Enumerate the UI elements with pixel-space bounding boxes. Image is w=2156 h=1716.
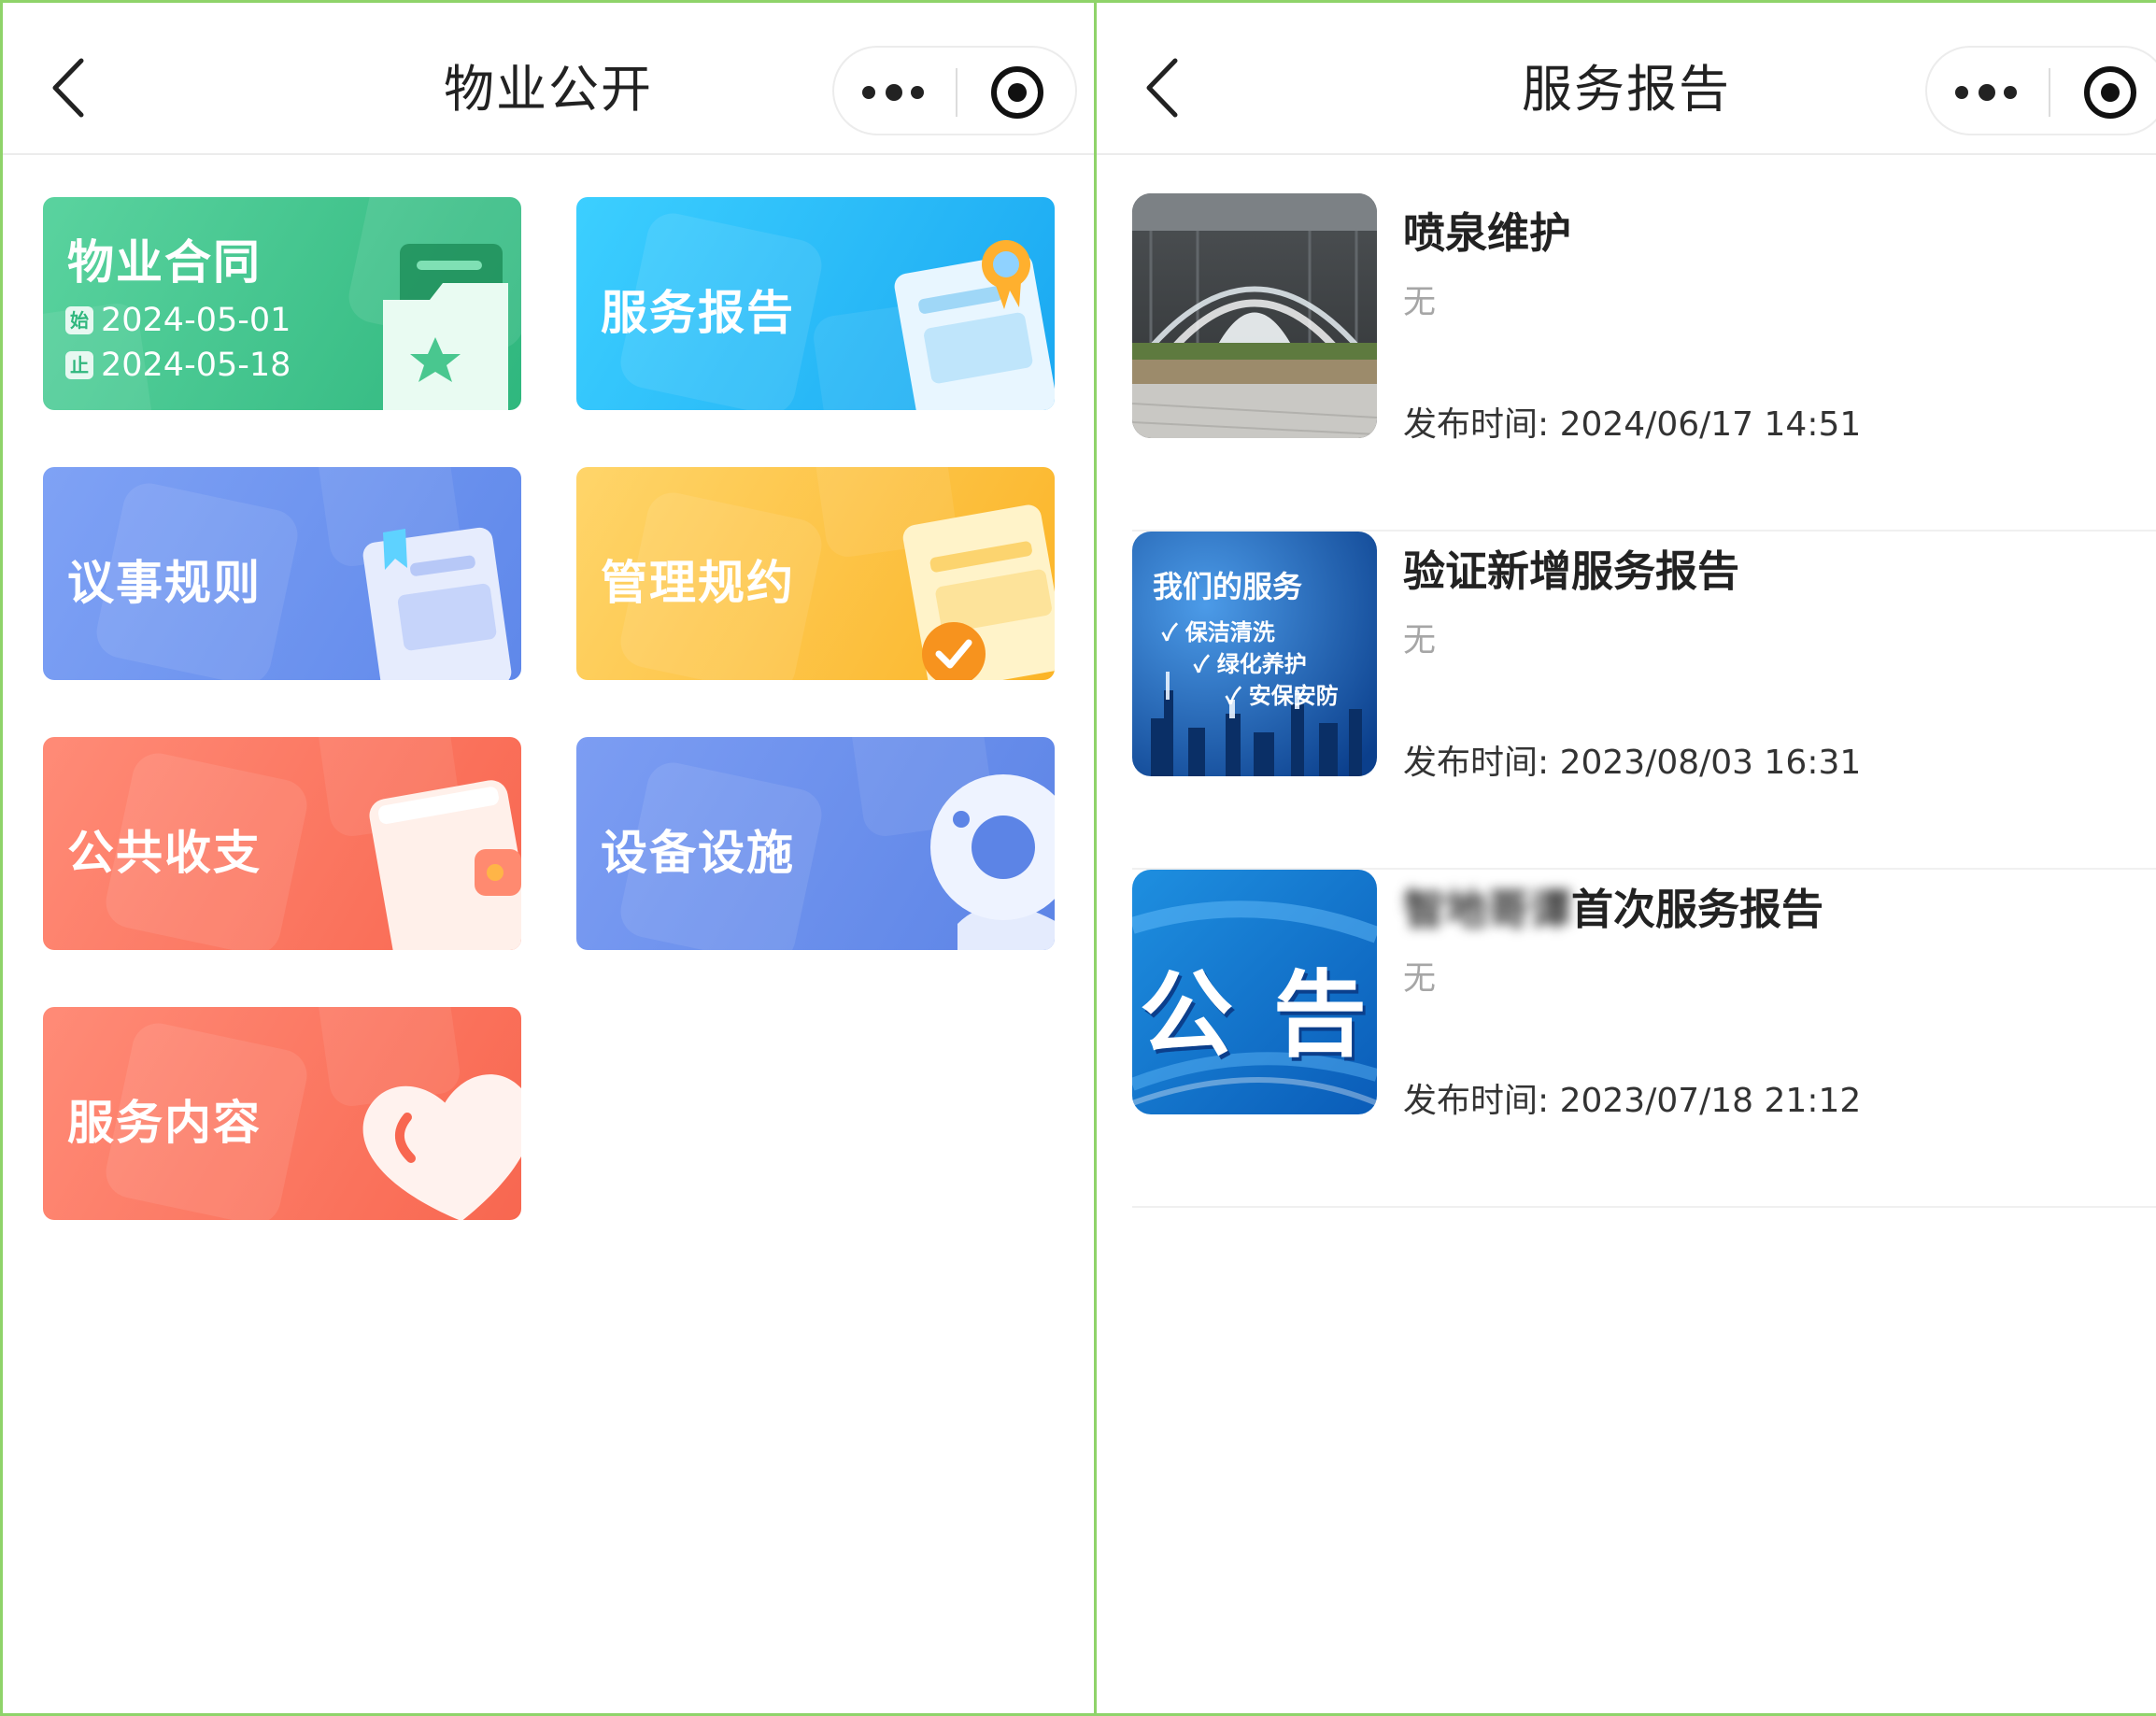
card-label: 物业合同 <box>67 235 262 290</box>
card-label: 公共收支 <box>67 826 262 880</box>
report-title: 智地哥谭首次服务报告 <box>1403 875 1823 936</box>
card-label: 管理规约 <box>601 556 795 610</box>
card-equipment-facilities[interactable]: 设备设施 <box>576 737 1055 950</box>
card-management-convention[interactable]: 管理规约 <box>576 467 1055 680</box>
report-desc: 无 <box>1403 960 1437 998</box>
folder-star-icon <box>383 244 508 410</box>
title-text: 首次服务报告 <box>1571 885 1824 934</box>
target-circle-icon[interactable] <box>2084 66 2136 119</box>
report-item[interactable]: 公 告 智地哥谭首次服务报告 无 发布时间: 2023/07/18 21:12 <box>1132 870 2156 1208</box>
report-item[interactable]: 我们的服务 ✓ 保洁清洗 ✓ 绿化养护 ✓ 安保安防 验证新增服务报告 无 发布… <box>1132 532 2156 870</box>
notice-poster: 公 告 <box>1132 870 1377 1114</box>
mini-program-capsule <box>832 46 1077 135</box>
heart-icon <box>362 1074 521 1220</box>
time-value: 2023/08/03 16:31 <box>1559 744 1862 782</box>
blurred-name: 智地哥谭 <box>1403 885 1572 934</box>
report-title: 喷泉维护 <box>1403 208 1572 258</box>
target-circle-icon[interactable] <box>991 66 1043 119</box>
capsule-separator <box>956 68 957 117</box>
poster-line: ✓ 安保安防 <box>1226 682 1339 709</box>
report-item[interactable]: 喷泉维护 无 发布时间: 2024/06/17 14:51 <box>1132 193 2156 532</box>
screenshot-frame: 物业公开 物业合同 始 2024-05-01 止 2024-05-18 服务报告… <box>0 0 2156 1716</box>
report-publish-time: 发布时间: 2024/06/17 14:51 <box>1403 397 1861 446</box>
document-check-icon <box>902 504 1055 680</box>
poster-line: ✓ 绿化养护 <box>1194 650 1307 677</box>
certificate-icon <box>894 240 1055 410</box>
capsule-separator <box>2049 68 2050 117</box>
navbar: 物业公开 <box>3 3 1094 155</box>
report-publish-time: 发布时间: 2023/07/18 21:12 <box>1403 1073 1861 1122</box>
end-date-value: 2024-05-18 <box>101 347 291 384</box>
poster-line: ✓ 保洁清洗 <box>1162 618 1275 645</box>
wallet-icon <box>369 780 521 950</box>
card-property-contract[interactable]: 物业合同 始 2024-05-01 止 2024-05-18 <box>43 197 521 410</box>
service-report-page: 服务报告 喷泉维护 无 发布时间: 2024/06/17 14:51 我们的服务… <box>1097 3 2156 1713</box>
fountain-photo <box>1132 193 1377 438</box>
end-chip: 止 <box>65 351 93 379</box>
card-label: 议事规则 <box>67 556 262 610</box>
more-dots-icon[interactable] <box>1955 74 2021 111</box>
contract-end-date: 止 2024-05-18 <box>65 347 291 384</box>
card-meeting-rules[interactable]: 议事规则 <box>43 467 521 680</box>
navbar: 服务报告 <box>1097 3 2156 155</box>
card-label: 设备设施 <box>601 826 795 880</box>
time-value: 2023/07/18 21:12 <box>1559 1082 1862 1120</box>
time-label: 发布时间: <box>1403 744 1560 782</box>
mini-program-capsule <box>1925 46 2156 135</box>
card-public-finance[interactable]: 公共收支 <box>43 737 521 950</box>
report-desc: 无 <box>1403 622 1437 659</box>
poster-heading: 公 告 <box>1140 960 1370 1070</box>
camera-lens-icon <box>930 774 1055 950</box>
contract-start-date: 始 2024-05-01 <box>65 302 291 339</box>
property-public-page: 物业公开 物业合同 始 2024-05-01 止 2024-05-18 服务报告… <box>3 3 1094 1713</box>
more-dots-icon[interactable] <box>862 74 928 111</box>
our-services-poster: 我们的服务 ✓ 保洁清洗 ✓ 绿化养护 ✓ 安保安防 <box>1132 532 1377 776</box>
document-bookmark-icon <box>362 527 512 680</box>
time-label: 发布时间: <box>1403 1082 1560 1120</box>
card-service-report[interactable]: 服务报告 <box>576 197 1055 410</box>
start-chip: 始 <box>65 306 93 334</box>
start-date-value: 2024-05-01 <box>101 302 291 339</box>
poster-heading: 我们的服务 <box>1153 569 1303 604</box>
report-desc: 无 <box>1403 284 1437 321</box>
card-label: 服务内容 <box>67 1096 262 1150</box>
time-value: 2024/06/17 14:51 <box>1559 405 1862 444</box>
time-label: 发布时间: <box>1403 405 1560 444</box>
report-title: 验证新增服务报告 <box>1403 546 1740 596</box>
card-label: 服务报告 <box>601 286 795 340</box>
card-service-content[interactable]: 服务内容 <box>43 1007 521 1220</box>
report-publish-time: 发布时间: 2023/08/03 16:31 <box>1403 735 1861 784</box>
